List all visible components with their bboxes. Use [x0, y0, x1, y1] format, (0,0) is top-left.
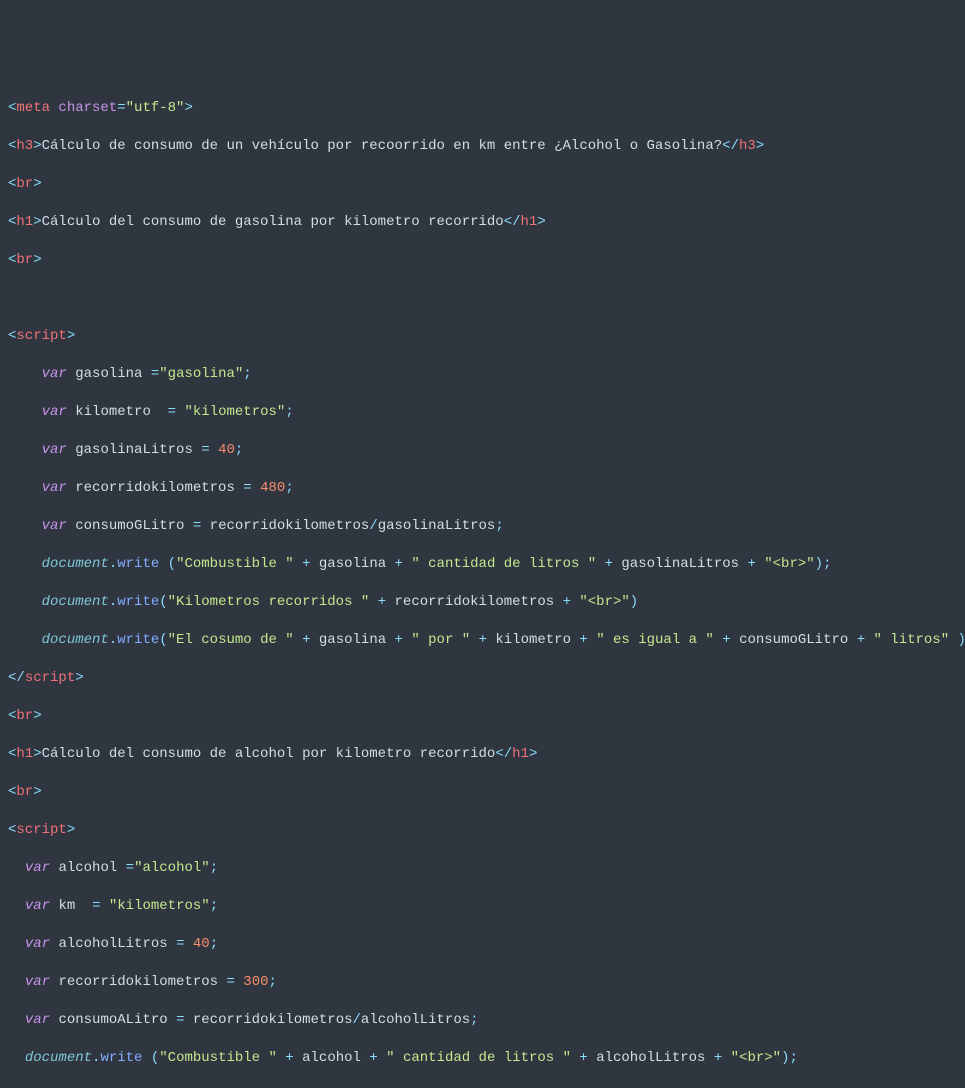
- code-line[interactable]: var alcohol ="alcohol";: [8, 859, 957, 878]
- code-line[interactable]: <br>: [8, 175, 957, 194]
- code-line[interactable]: <br>: [8, 707, 957, 726]
- code-line[interactable]: var km = "kilometros";: [8, 897, 957, 916]
- code-line[interactable]: document.write("El cosumo de " + gasolin…: [8, 631, 957, 650]
- code-line[interactable]: [8, 289, 957, 308]
- code-line[interactable]: var consumoALitro = recorridokilometros/…: [8, 1011, 957, 1030]
- code-line[interactable]: <meta charset="utf-8">: [8, 99, 957, 118]
- code-line[interactable]: var kilometro = "kilometros";: [8, 403, 957, 422]
- code-line[interactable]: var gasolinaLitros = 40;: [8, 441, 957, 460]
- code-line[interactable]: </script>: [8, 669, 957, 688]
- code-line[interactable]: document.write ("Combustible " + gasolin…: [8, 555, 957, 574]
- code-line[interactable]: var alcoholLitros = 40;: [8, 935, 957, 954]
- code-line[interactable]: <h3>Cálculo de consumo de un vehículo po…: [8, 137, 957, 156]
- code-line[interactable]: var gasolina ="gasolina";: [8, 365, 957, 384]
- code-line[interactable]: <br>: [8, 251, 957, 270]
- code-line[interactable]: <h1>Cálculo del consumo de gasolina por …: [8, 213, 957, 232]
- code-line[interactable]: <h1>Cálculo del consumo de alcohol por k…: [8, 745, 957, 764]
- code-line[interactable]: var consumoGLitro = recorridokilometros/…: [8, 517, 957, 536]
- code-line[interactable]: <br>: [8, 783, 957, 802]
- code-line[interactable]: var recorridokilometros = 480;: [8, 479, 957, 498]
- code-line[interactable]: document.write("Kilometros recorridos " …: [8, 593, 957, 612]
- code-line[interactable]: <script>: [8, 821, 957, 840]
- code-line[interactable]: var recorridokilometros = 300;: [8, 973, 957, 992]
- code-line[interactable]: <script>: [8, 327, 957, 346]
- code-line[interactable]: document.write ("Combustible " + alcohol…: [8, 1049, 957, 1068]
- code-line[interactable]: document.write("Kilometros recorridos " …: [8, 1087, 957, 1088]
- code-editor[interactable]: <meta charset="utf-8"> <h3>Cálculo de co…: [8, 80, 957, 1088]
